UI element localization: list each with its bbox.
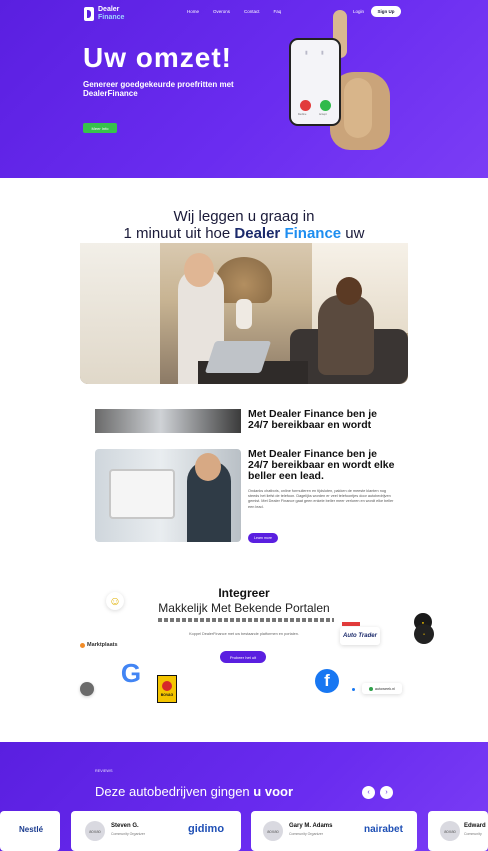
facebook-logo: f xyxy=(315,669,339,693)
signup-button[interactable]: Sign Up xyxy=(371,6,401,17)
intro-line1: Wij leggen u graag in xyxy=(173,208,315,225)
testimonials-title: Deze autobedrijven gingen u voor xyxy=(95,784,294,799)
feature-image xyxy=(95,449,241,542)
integration-subtitle: Makkelijk Met Bekende Portalen xyxy=(158,601,330,615)
card-brand: gidimo xyxy=(188,823,225,835)
nav-home[interactable]: Home xyxy=(187,9,199,14)
accept-label: Accept xyxy=(319,113,327,116)
integration-title: Integreer xyxy=(218,586,270,600)
feature-title: Met Dealer Finance ben je 24/7 bereikbaa… xyxy=(248,448,395,482)
card-role: Community Organizer xyxy=(111,832,146,836)
feature-image-top xyxy=(95,409,241,433)
accept-call-icon xyxy=(320,100,331,111)
learn-more-button[interactable]: Learn more xyxy=(248,533,278,543)
intro-heading: Wij leggen u graag in 1 minuut uit hoe D… xyxy=(0,208,488,242)
testimonial-card[interactable]: 80X80 Steven G. Community Organizer gidi… xyxy=(71,811,241,851)
testimonials-tag: REVIEWS xyxy=(95,769,113,773)
marktplaats-logo: Marktplaats xyxy=(80,642,118,648)
decline-label: Decline xyxy=(298,113,307,116)
feature-title-top: Met Dealer Finance ben je 24/7 bereikbaa… xyxy=(248,408,377,431)
testimonial-card[interactable]: Nestlé xyxy=(0,811,60,851)
card-name: Gary M. Adams xyxy=(289,823,333,829)
google-logo: G xyxy=(120,657,142,688)
testimonial-card[interactable]: 80X80 Edward Community xyxy=(428,811,488,851)
phone-status-icon: ▮ xyxy=(305,50,308,56)
nav-faq[interactable]: Faq xyxy=(274,9,282,14)
avatar: 80X80 xyxy=(85,821,105,841)
main-nav: Home Overons Contact Faq xyxy=(187,9,281,14)
phone-message-icon: ▮ xyxy=(321,50,324,56)
logo-line1: Dealer xyxy=(98,6,120,13)
integration-divider xyxy=(158,618,334,622)
login-link[interactable]: Login xyxy=(353,9,364,14)
nav-overons[interactable]: Overons xyxy=(213,9,230,14)
nav-contact[interactable]: Contact xyxy=(244,9,260,14)
autoweek-logo: autoweek.nl xyxy=(362,683,402,694)
card-name: Edward xyxy=(464,823,486,829)
more-info-button[interactable]: Meer Info xyxy=(83,123,117,133)
try-it-button[interactable]: Probeer het uit xyxy=(220,651,266,663)
autotrader-logo: Auto Trader xyxy=(340,627,380,645)
feature-body: Ondanks chatbots, online formulieren en … xyxy=(248,489,394,509)
card-role: Community xyxy=(464,832,482,836)
hero-section: Dealer Finance Home Overons Contact Faq … xyxy=(0,0,488,178)
logo[interactable]: Dealer Finance xyxy=(84,6,124,22)
decline-call-icon xyxy=(300,100,311,111)
bovag-logo: BOVAG xyxy=(157,675,177,703)
smiley-logo-icon: ☺ xyxy=(106,592,124,610)
hero-title: Uw omzet! xyxy=(83,42,232,73)
marktplaats-icon xyxy=(80,642,85,648)
arrow-left-icon: ‹ xyxy=(367,789,370,796)
logo-icon xyxy=(84,7,94,21)
black-portal-logo-icon-2: ● xyxy=(414,624,434,644)
card-name: Steven G. xyxy=(111,823,139,829)
hero-subtitle: Genereer goedgekeurde proefritten met De… xyxy=(83,80,234,98)
logo-line2: Finance xyxy=(98,14,125,21)
avatar: 80X80 xyxy=(440,821,460,841)
portal-logo-icon xyxy=(80,682,94,696)
arrow-right-icon: › xyxy=(385,789,388,796)
autoweek-icon xyxy=(368,686,373,691)
testimonial-card[interactable]: 80X80 Gary M. Adams Community Organizer … xyxy=(251,811,417,851)
avatar: 80X80 xyxy=(263,821,283,841)
office-photo xyxy=(80,243,408,384)
carousel-next-button[interactable]: › xyxy=(380,786,393,799)
card-role: Community Organizer xyxy=(289,832,324,836)
card-brand: Nestlé xyxy=(19,825,44,834)
carousel-prev-button[interactable]: ‹ xyxy=(362,786,375,799)
phone-illustration: ▮ ▮ Decline Accept xyxy=(289,38,341,126)
card-brand: nairabet xyxy=(364,824,403,835)
intro-line2: 1 minuut uit hoe Dealer Finance uw xyxy=(123,225,365,242)
